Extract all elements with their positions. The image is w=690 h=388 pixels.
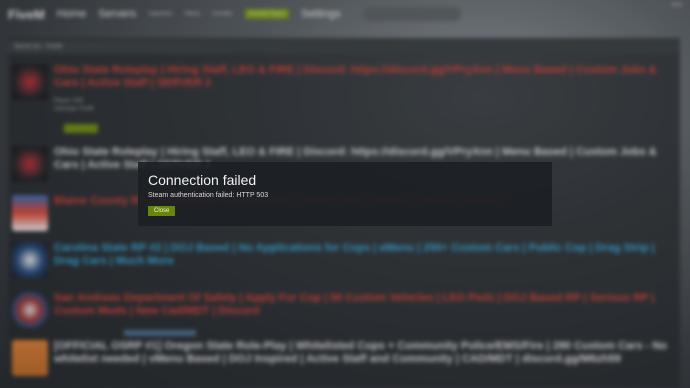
connection-failed-dialog: Connection failed Steam authentication f… [138,162,552,226]
dialog-title: Connection failed [148,172,257,188]
close-button[interactable]: Close [148,206,176,216]
dialog-message: Steam authentication failed: HTTP 503 [148,192,269,199]
